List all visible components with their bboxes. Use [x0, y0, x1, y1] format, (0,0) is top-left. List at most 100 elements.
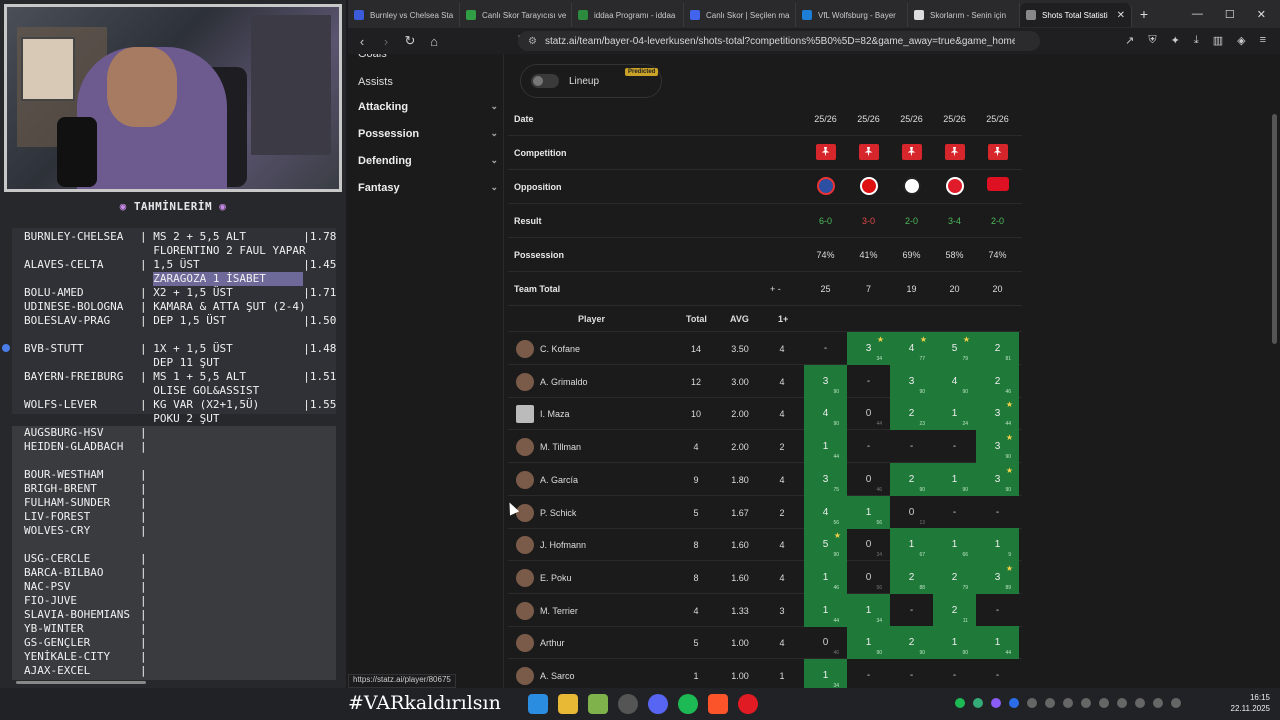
tray-pen-icon[interactable]: [991, 698, 1001, 708]
tray-volume-icon[interactable]: [1171, 698, 1181, 708]
player-row[interactable]: A. Sarco 1 1.00 1 1 34- - - -: [508, 659, 1022, 688]
minimize-icon[interactable]: —: [1192, 8, 1203, 21]
player-row[interactable]: J. Hofmann 8 1.60 4 5 90 ★ 0 34 1 67 1 66 1 9: [508, 528, 1022, 562]
opponent-crest-icon[interactable]: [902, 176, 921, 195]
back-icon[interactable]: ‹: [352, 34, 372, 49]
discord-icon[interactable]: [648, 694, 668, 714]
windows-start-icon[interactable]: [528, 694, 548, 714]
player-name[interactable]: J. Hofmann: [540, 540, 586, 550]
sidebar-item-assists[interactable]: Assists: [358, 76, 498, 88]
player-row[interactable]: M. Terrier 4 1.33 3 1 44 1 34 - 2 11 -: [508, 593, 1022, 627]
tray-wifi-icon[interactable]: [1117, 698, 1127, 708]
home-icon[interactable]: ⌂: [424, 34, 444, 49]
app-icon[interactable]: [618, 694, 638, 714]
download-icon[interactable]: ⤓: [1194, 34, 1199, 47]
opponent-crest-icon[interactable]: [816, 176, 835, 195]
player-name[interactable]: E. Poku: [540, 573, 572, 583]
player-name[interactable]: C. Kofane: [540, 344, 580, 354]
extensions-icon[interactable]: ✦: [1171, 34, 1180, 47]
player-name[interactable]: A. García: [540, 475, 578, 485]
minutes-played: 44: [833, 454, 839, 461]
browser-tab[interactable]: Canlı Skor | Seçilen ma: [684, 3, 796, 27]
player-row[interactable]: A. García 9 1.80 4 3 75 0 46 2 90 1 90 3 90 ★: [508, 462, 1022, 496]
site-info-icon[interactable]: ⚙: [528, 36, 537, 47]
spotify-icon[interactable]: [678, 694, 698, 714]
browser-tab[interactable]: Canlı Skor Tarayıcısı ve: [460, 3, 572, 27]
col-one-plus[interactable]: 1+: [778, 314, 788, 324]
result-score[interactable]: 3-4: [948, 216, 961, 226]
player-name[interactable]: P. Schick: [540, 508, 576, 518]
player-name[interactable]: M. Terrier: [540, 606, 578, 616]
shots-value: 1: [865, 604, 872, 616]
team-total-expand-button[interactable]: + -: [770, 284, 781, 294]
reload-icon[interactable]: ↻: [400, 33, 420, 49]
player-avatar: [516, 634, 534, 653]
file-explorer-icon[interactable]: [558, 694, 578, 714]
browser-tab[interactable]: Skorlarım - Senin için: [908, 3, 1020, 27]
sidebar-item-defending[interactable]: Defending ⌄: [358, 155, 498, 167]
maximize-icon[interactable]: ☐: [1225, 8, 1235, 21]
result-score[interactable]: 2-0: [991, 216, 1004, 226]
tray-icon-7[interactable]: [1063, 698, 1073, 708]
result-score[interactable]: 2-0: [905, 216, 918, 226]
new-tab-button[interactable]: +: [1132, 6, 1156, 22]
player-row[interactable]: A. Grimaldo 12 3.00 4 3 90 - 3 90 4 90 2 46: [508, 364, 1022, 398]
player-row[interactable]: C. Kofane 14 3.50 4 - 3 34 ★ 4 77 ★ 5 79 ★ 2 81: [508, 332, 1022, 365]
forward-icon[interactable]: ›: [376, 34, 396, 49]
player-name[interactable]: I. Maza: [540, 409, 570, 419]
clock[interactable]: 16:15 22.11.2025: [1231, 692, 1270, 714]
col-total[interactable]: Total: [686, 314, 707, 324]
toggle-switch[interactable]: [531, 74, 559, 88]
player-row[interactable]: P. Schick 5 1.67 2 4 56 1 56 0 13 - -: [508, 495, 1022, 529]
browser-tab[interactable]: iddaa Programı - iddaa: [572, 3, 684, 27]
brave-icon[interactable]: [708, 694, 728, 714]
player-name[interactable]: A. Grimaldo: [540, 377, 588, 387]
tray-bluetooth-icon[interactable]: [1009, 698, 1019, 708]
game-cell: 3 90: [804, 364, 847, 398]
opera-icon[interactable]: [738, 694, 758, 714]
tray-mic-icon[interactable]: [1135, 698, 1145, 708]
opponent-crest-icon[interactable]: [986, 176, 1009, 191]
notepad-icon[interactable]: [588, 694, 608, 714]
col-avg[interactable]: AVG: [730, 314, 749, 324]
shots-value: 2: [994, 343, 1001, 354]
sidebar-item-possession[interactable]: Possession ⌄: [358, 128, 498, 140]
vpn-icon[interactable]: ◈: [1237, 34, 1245, 47]
fixture-row: FULHAM-SUNDER |: [24, 496, 147, 510]
player-row[interactable]: Arthur 5 1.00 4 0 46 1 90 2 90 1 90 1 44: [508, 626, 1022, 660]
player-row[interactable]: E. Poku 8 1.60 4 1 46 0 56 2 88 2 79 3 89 ★: [508, 560, 1022, 594]
browser-tab[interactable]: VfL Wolfsburg - Bayer: [796, 3, 908, 27]
tray-nvidia-icon[interactable]: [973, 698, 983, 708]
page-scrollbar[interactable]: [1268, 54, 1280, 688]
address-bar[interactable]: ⚙ statz.ai/team/bayer-04-leverkusen/shot…: [518, 31, 1040, 51]
browser-tab[interactable]: Shots Total Statisti ✕: [1020, 3, 1132, 27]
share-icon[interactable]: ↗: [1125, 34, 1134, 47]
opponent-crest-icon[interactable]: [945, 176, 964, 195]
player-name[interactable]: M. Tillman: [540, 442, 581, 452]
sidebar-item-fantasy[interactable]: Fantasy ⌄: [358, 182, 498, 194]
tray-spotify-icon[interactable]: [955, 698, 965, 708]
sidebar-item-goals[interactable]: Goals: [358, 54, 498, 60]
player-name[interactable]: Arthur: [540, 638, 565, 648]
tray-icon-8[interactable]: [1081, 698, 1091, 708]
opponent-crest-icon[interactable]: [859, 176, 878, 195]
tab-close-icon[interactable]: ✕: [1117, 10, 1125, 21]
col-player[interactable]: Player: [578, 314, 605, 324]
bet-row: UDINESE-BOLOGNA | KAMARA & ATTA ŞUT (2-4): [24, 300, 306, 314]
player-row[interactable]: I. Maza 10 2.00 4 4 90 0 44 2 23 1 24 3 44 ★: [508, 397, 1022, 431]
tray-icon-9[interactable]: [1099, 698, 1109, 708]
close-window-icon[interactable]: ✕: [1257, 8, 1266, 21]
tray-usb-icon[interactable]: [1045, 698, 1055, 708]
status-url: https://statz.ai/player/80675: [348, 674, 456, 688]
sidebar-toggle-icon[interactable]: ▥: [1213, 34, 1223, 47]
browser-tab[interactable]: Burnley vs Chelsea Sta: [348, 3, 460, 27]
tray-discord-icon[interactable]: [1027, 698, 1037, 708]
result-score[interactable]: 6-0: [819, 216, 832, 226]
menu-icon[interactable]: ≡: [1260, 34, 1266, 47]
player-row[interactable]: M. Tillman 4 2.00 2 1 44 - - - 3 90 ★: [508, 430, 1022, 464]
tray-network-icon[interactable]: [1153, 698, 1163, 708]
result-score[interactable]: 3-0: [862, 216, 875, 226]
sidebar-item-attacking[interactable]: Attacking ⌄: [358, 101, 498, 113]
player-name[interactable]: A. Sarco: [540, 671, 575, 681]
shield-icon[interactable]: ⛨: [1148, 34, 1156, 47]
